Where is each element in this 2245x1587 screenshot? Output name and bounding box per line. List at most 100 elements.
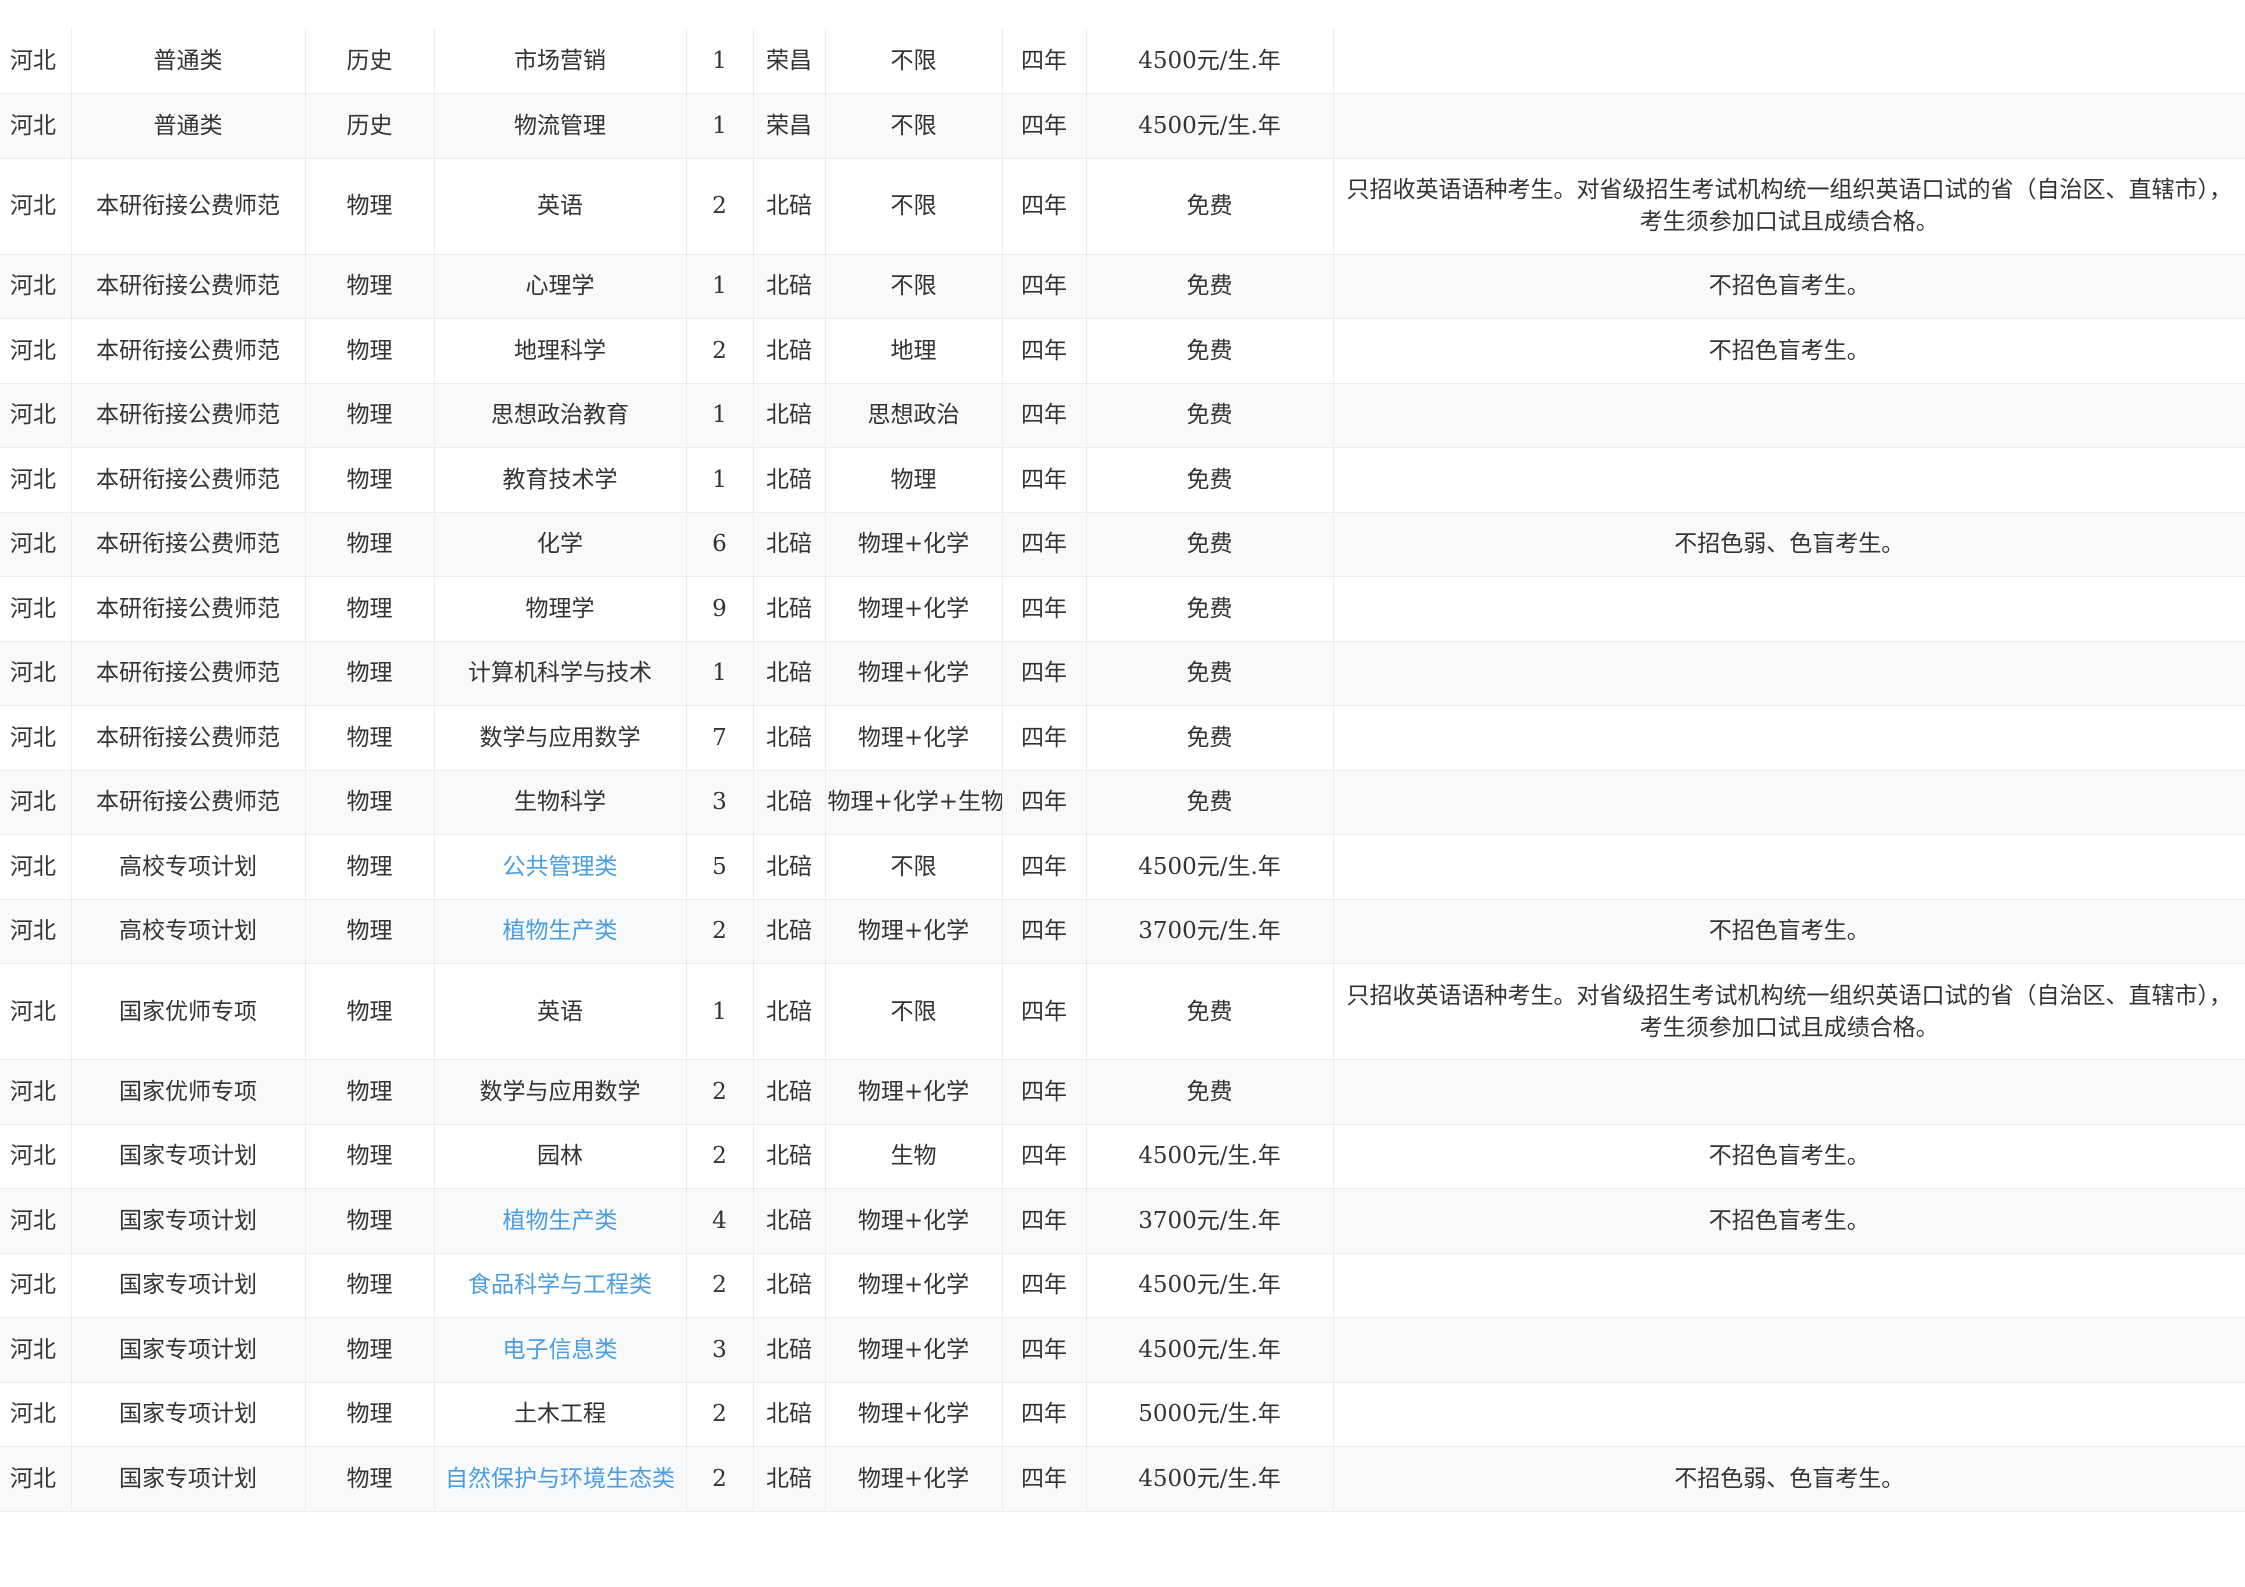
cell-requirement: 生物	[825, 1124, 1003, 1189]
table-row: 河北 国家优师专项 物理 数学与应用数学 2 北碚 物理+化学 四年 免费	[0, 1059, 2245, 1125]
cell-note-text: 不招色盲考生。	[1708, 1207, 1870, 1234]
cell-batch: 本研衔接公费师范	[71, 158, 306, 255]
cell-major-text: 市场营销	[514, 48, 606, 74]
cell-major-text: 化学	[537, 531, 583, 558]
cell-count-text: 3	[712, 789, 727, 816]
cell-batch-text: 国家优师专项	[119, 998, 257, 1025]
cell-note: 只招收英语语种考生。对省级招生考试机构统一组织英语口试的省（自治区、直辖市），考…	[1333, 963, 2245, 1060]
major-link[interactable]: 植物生产类	[503, 1208, 618, 1234]
cell-note	[1333, 383, 2245, 448]
cell-major: 教育技术学	[434, 447, 687, 513]
cell-count-text: 2	[712, 1401, 727, 1428]
cell-duration: 四年	[1002, 705, 1087, 771]
cell-note	[1333, 1382, 2245, 1447]
cell-tuition: 免费	[1086, 383, 1334, 448]
cell-batch-text: 高校专项计划	[119, 918, 257, 945]
cell-tuition-text: 4500元/生.年	[1138, 853, 1281, 880]
cell-batch-text: 本研衔接公费师范	[96, 193, 280, 219]
cell-requirement-text: 物理+化学+生物	[827, 789, 1002, 816]
cell-province: 河北	[0, 254, 72, 319]
cell-duration: 四年	[1002, 770, 1087, 835]
cell-province-text: 河北	[10, 112, 56, 139]
cell-batch: 本研衔接公费师范	[71, 641, 306, 706]
cell-requirement: 不限	[825, 93, 1003, 159]
cell-batch-text: 本研衔接公费师范	[96, 273, 280, 300]
cell-count: 3	[686, 1317, 754, 1383]
cell-tuition: 免费	[1086, 641, 1334, 706]
cell-province: 河北	[0, 318, 72, 384]
cell-duration: 四年	[1002, 93, 1087, 159]
cell-note	[1333, 770, 2245, 835]
cell-duration: 四年	[1002, 1253, 1087, 1318]
cell-campus: 北碚	[753, 576, 826, 642]
cell-tuition-text: 免费	[1186, 466, 1233, 493]
cell-campus-text: 北碚	[766, 337, 812, 364]
cell-count: 2	[686, 899, 754, 964]
cell-tuition: 免费	[1086, 158, 1334, 255]
cell-tuition: 3700元/生.年	[1086, 899, 1334, 964]
cell-campus-text: 北碚	[766, 853, 812, 880]
cell-duration-text: 四年	[1021, 1207, 1067, 1234]
cell-tuition-text: 4500元/生.年	[1138, 112, 1281, 139]
cell-subject-text: 物理	[346, 1401, 393, 1428]
cell-count-text: 1	[712, 402, 727, 429]
cell-major-text: 思想政治教育	[491, 402, 629, 429]
cell-requirement-text: 不限	[890, 273, 937, 300]
table-row: 河北 高校专项计划 物理 植物生产类 2 北碚 物理+化学 四年 3700元/生.年 不招色盲考生…	[0, 899, 2245, 964]
cell-requirement: 不限	[825, 834, 1003, 900]
cell-tuition: 4500元/生.年	[1086, 29, 1334, 94]
cell-subject: 历史	[305, 29, 435, 94]
cell-requirement: 物理+化学	[825, 705, 1003, 771]
major-link[interactable]: 电子信息类	[503, 1337, 618, 1363]
cell-province-text: 河北	[10, 1143, 56, 1170]
table-row: 河北 本研衔接公费师范 物理 英语 2 北碚 不限 四年 免费 只招收英语语种考生。对省级招生考试…	[0, 158, 2245, 255]
cell-subject-text: 物理	[346, 273, 393, 300]
cell-count: 1	[686, 29, 754, 94]
cell-requirement: 物理	[825, 447, 1003, 513]
cell-batch: 本研衔接公费师范	[71, 318, 306, 384]
cell-province: 河北	[0, 834, 72, 900]
cell-batch: 国家专项计划	[71, 1446, 306, 1512]
table-row: 河北 国家专项计划 物理 植物生产类 4 北碚 物理+化学 四年 3700元/生.年 不招色盲考生…	[0, 1188, 2245, 1254]
cell-batch-text: 普通类	[153, 112, 223, 139]
cell-batch-text: 本研衔接公费师范	[96, 789, 280, 816]
table-row: 河北 国家专项计划 物理 土木工程 2 北碚 物理+化学 四年 5000元/生.年	[0, 1382, 2245, 1447]
cell-duration: 四年	[1002, 1188, 1087, 1254]
table-row: 河北 本研衔接公费师范 物理 计算机科学与技术 1 北碚 物理+化学 四年 免费	[0, 641, 2245, 706]
cell-batch-text: 本研衔接公费师范	[96, 660, 280, 687]
cell-province-text: 河北	[10, 1078, 56, 1105]
cell-tuition-text: 免费	[1186, 789, 1233, 816]
cell-batch-text: 国家专项计划	[119, 1143, 257, 1170]
major-link[interactable]: 自然保护与环境生态类	[445, 1466, 675, 1492]
cell-tuition: 5000元/生.年	[1086, 1382, 1334, 1447]
cell-note: 不招色盲考生。	[1333, 254, 2245, 319]
cell-major-text: 数学与应用数学	[479, 724, 641, 751]
cell-batch-text: 本研衔接公费师范	[96, 402, 280, 429]
cell-count-text: 1	[712, 466, 727, 493]
major-link[interactable]: 植物生产类	[503, 918, 618, 944]
cell-campus: 北碚	[753, 158, 826, 255]
cell-duration-text: 四年	[1021, 1272, 1067, 1299]
cell-tuition: 4500元/生.年	[1086, 1124, 1334, 1189]
cell-campus: 北碚	[753, 641, 826, 706]
cell-count-text: 6	[712, 531, 727, 558]
cell-duration: 四年	[1002, 254, 1087, 319]
cell-major: 心理学	[434, 254, 687, 319]
major-link[interactable]: 食品科学与工程类	[468, 1272, 652, 1298]
cell-tuition-text: 免费	[1186, 402, 1233, 429]
cell-province: 河北	[0, 1124, 72, 1189]
cell-requirement-text: 物理+化学	[857, 595, 970, 622]
cell-subject-text: 物理	[346, 402, 393, 429]
cell-duration: 四年	[1002, 447, 1087, 513]
cell-requirement-text: 思想政治	[867, 402, 960, 429]
table-row: 河北 本研衔接公费师范 物理 心理学 1 北碚 不限 四年 免费 不招色盲考生。	[0, 254, 2245, 319]
major-link[interactable]: 公共管理类	[503, 854, 618, 880]
cell-requirement-text: 地理	[890, 337, 937, 364]
cell-major-text: 物理学	[525, 595, 595, 622]
cell-major: 自然保护与环境生态类	[434, 1446, 687, 1512]
cell-requirement: 物理+化学	[825, 1382, 1003, 1447]
cell-province-text: 河北	[10, 595, 56, 622]
cell-province-text: 河北	[10, 918, 56, 945]
cell-count: 2	[686, 318, 754, 384]
cell-duration: 四年	[1002, 512, 1087, 577]
